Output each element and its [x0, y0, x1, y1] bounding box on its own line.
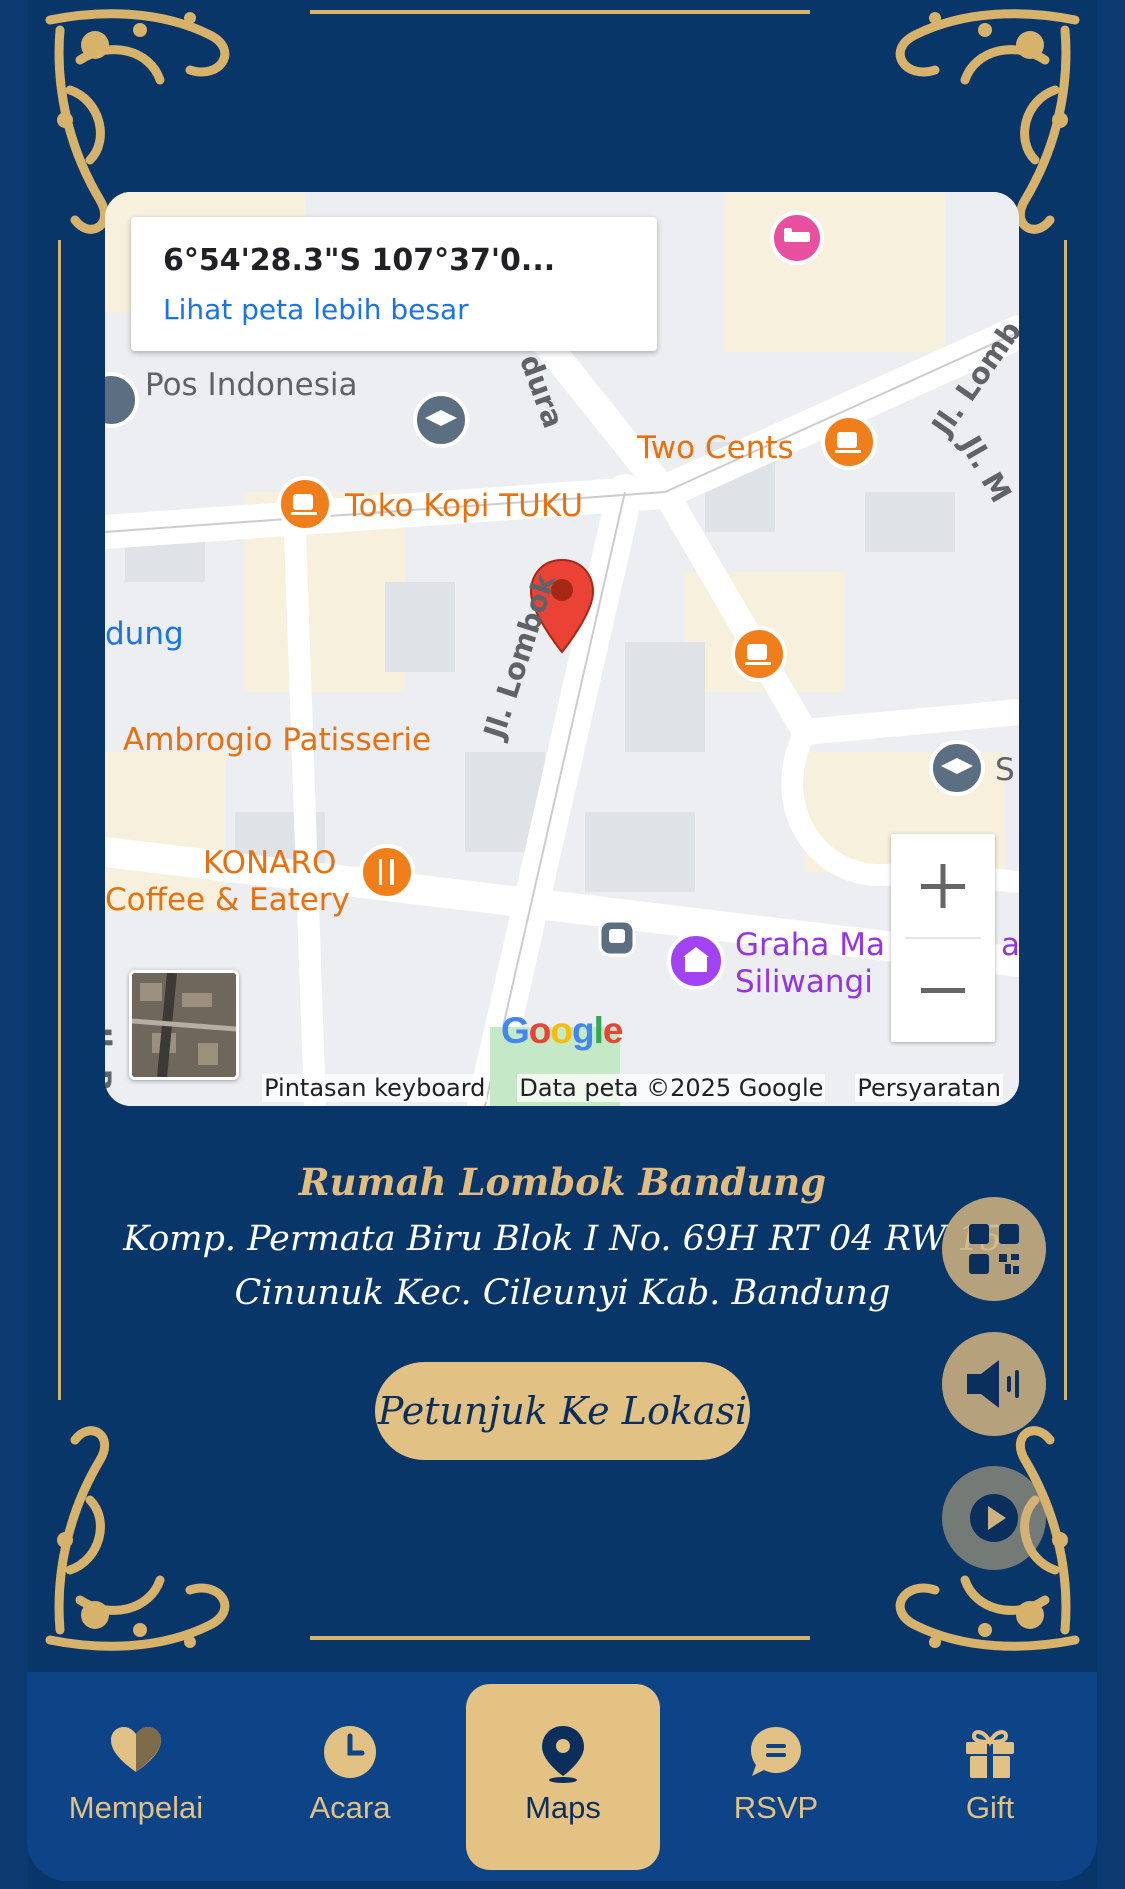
restaurant-marker-icon[interactable] [357, 842, 417, 912]
poi-label-konaro-line1[interactable]: KONARO [203, 845, 336, 881]
nav-label-gift: Gift [965, 1790, 1015, 1825]
cafe-marker-icon[interactable] [819, 412, 879, 482]
chat-icon [751, 1727, 801, 1776]
satellite-thumbnail [132, 973, 236, 1077]
bus-stop-icon[interactable] [597, 918, 637, 958]
map-info-card: 6°54'28.3"S 107°37'0... Lihat peta lebih… [131, 217, 657, 351]
zoom-in-button[interactable] [891, 834, 995, 938]
zoom-control [891, 834, 995, 1042]
area-label-bandung: dung [105, 616, 184, 652]
nav-label-rsvp: RSVP [733, 1790, 819, 1825]
nav-item-acara[interactable]: Acara [253, 1672, 447, 1872]
map-data-attribution: Data peta ©2025 Google [517, 1074, 826, 1102]
poi-label-partial-s[interactable]: S [995, 752, 1015, 788]
zoom-out-button[interactable] [891, 938, 995, 1042]
poi-label-graha-line1-end[interactable]: a [1001, 927, 1019, 963]
frame-top-line [310, 10, 810, 14]
left-edge [0, 0, 28, 1889]
poi-label-graha-line1[interactable]: Graha Ma [735, 927, 885, 963]
school-marker-icon[interactable] [411, 390, 471, 460]
venue-name: Rumah Lombok Bandung [298, 1160, 827, 1204]
poi-label-graha-line2[interactable]: Siliwangi [735, 964, 873, 1000]
map-pin-icon [542, 1726, 584, 1783]
hotel-marker-icon[interactable] [769, 210, 825, 280]
map-footer: Pintasan keyboard Data peta ©2025 Google… [105, 1070, 1019, 1106]
nav-item-maps[interactable]: Maps [466, 1684, 660, 1870]
poi-label-konaro-line2[interactable]: Coffee & Eatery [105, 882, 350, 918]
autoplay-button[interactable] [942, 1466, 1046, 1570]
terms-link[interactable]: Persyaratan [855, 1074, 1003, 1102]
frame-bottom-line [310, 1636, 810, 1640]
poi-label-ambrogio-patisserie[interactable]: Ambrogio Patisserie [123, 722, 431, 758]
qr-code-button[interactable] [942, 1197, 1046, 1301]
coordinates-text: 6°54'28.3"S 107°37'0... [163, 243, 556, 278]
bottom-navigation: Mempelai Acara Maps RSVP Gift [27, 1672, 1097, 1881]
embedded-map[interactable]: Pos Indonesia Two Cents Toko Kopi TUKU d… [105, 192, 1019, 1106]
nav-label-acara: Acara [309, 1790, 391, 1825]
google-logo: Google [501, 1010, 623, 1051]
nav-label-maps: Maps [525, 1790, 601, 1825]
poi-label-two-cents[interactable]: Two Cents [637, 430, 794, 466]
school-marker-icon[interactable] [927, 738, 987, 808]
sound-toggle-button[interactable] [942, 1332, 1046, 1436]
landmark-marker-icon[interactable] [665, 930, 727, 1002]
clock-icon [324, 1726, 376, 1778]
poi-label-toko-kopi-tuku[interactable]: Toko Kopi TUKU [345, 488, 583, 524]
nav-item-gift[interactable]: Gift [893, 1672, 1087, 1872]
nav-item-rsvp[interactable]: RSVP [679, 1672, 873, 1872]
qr-code-icon [969, 1224, 1019, 1274]
post-office-marker-icon[interactable] [105, 370, 139, 430]
right-edge [1097, 0, 1125, 1889]
heart-icon [111, 1727, 161, 1772]
gift-icon [966, 1730, 1014, 1778]
satellite-view-toggle[interactable] [129, 970, 239, 1080]
poi-label-pos-indonesia[interactable]: Pos Indonesia [145, 367, 357, 403]
cafe-marker-icon[interactable] [729, 624, 789, 694]
nav-item-mempelai[interactable]: Mempelai [39, 1672, 233, 1872]
speaker-icon [967, 1360, 1019, 1408]
play-icon [970, 1494, 1018, 1542]
directions-button[interactable]: Petunjuk Ke Lokasi [375, 1362, 750, 1460]
view-larger-map-link[interactable]: Lihat peta lebih besar [163, 293, 469, 326]
cafe-marker-icon[interactable] [275, 474, 335, 544]
corner-ornament-bottom-left [45, 1426, 230, 1651]
keyboard-shortcuts-link[interactable]: Pintasan keyboard [262, 1074, 488, 1102]
nav-label-mempelai: Mempelai [68, 1790, 204, 1825]
